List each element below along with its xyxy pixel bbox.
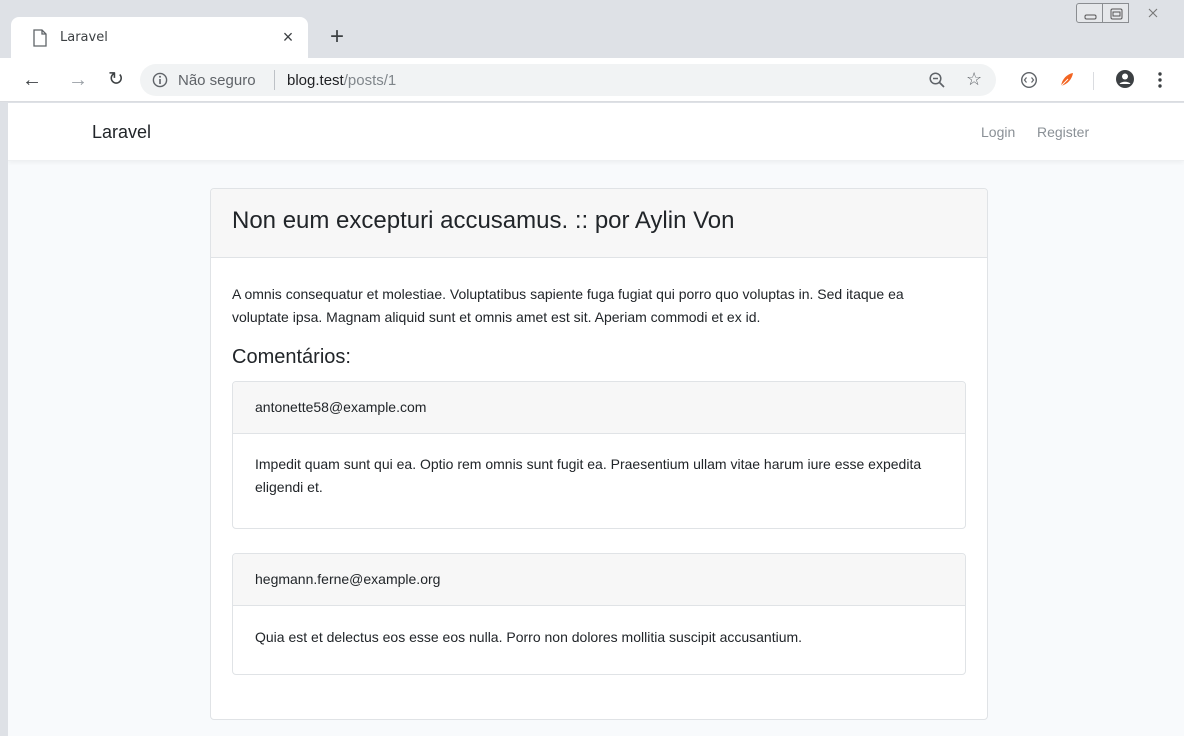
zoom-out-icon[interactable]: [928, 71, 946, 89]
info-icon[interactable]: [152, 72, 168, 88]
comments-heading: Comentários:: [232, 346, 351, 368]
login-link[interactable]: Login: [981, 124, 1015, 140]
comment-card: antonette58@example.com Impedit quam sun…: [232, 381, 966, 529]
address-bar[interactable]: Não seguro blog.test/posts/1 ☆: [140, 64, 996, 96]
close-tab-icon[interactable]: ×: [277, 26, 299, 48]
minimize-button[interactable]: [1076, 3, 1103, 23]
post-card-header: Non eum excepturi accusamus. :: por Ayli…: [211, 189, 987, 258]
toolbar-divider: [1093, 72, 1094, 90]
new-tab-button[interactable]: +: [324, 24, 350, 50]
comment-header: hegmann.ferne@example.org: [233, 554, 965, 606]
comment-author-email: antonette58@example.com: [255, 399, 427, 415]
window-controls: [1076, 3, 1180, 25]
reload-icon[interactable]: ↻: [104, 68, 128, 92]
url-path: /posts/1: [343, 72, 397, 89]
security-label[interactable]: Não seguro: [178, 72, 256, 89]
post-body: A omnis consequatur et molestiae. Volupt…: [232, 286, 904, 325]
comment-body: Impedit quam sunt qui ea. Optio rem omni…: [255, 456, 922, 495]
extension-icon[interactable]: [1020, 71, 1038, 89]
vertical-dots-icon[interactable]: [1154, 69, 1166, 91]
restore-icon: [1110, 8, 1123, 20]
minimize-icon: [1084, 14, 1097, 20]
account-circle-icon[interactable]: [1115, 69, 1135, 89]
post-title: Non eum excepturi accusamus. :: por Ayli…: [232, 207, 735, 234]
site-navbar: Laravel Login Register: [8, 103, 1184, 161]
browser-tab[interactable]: Laravel ×: [11, 17, 308, 58]
site-brand-link[interactable]: Laravel: [92, 122, 151, 143]
feather-extension-icon[interactable]: [1058, 71, 1076, 89]
url-text[interactable]: blog.test/posts/1: [287, 72, 396, 89]
tab-title: Laravel: [60, 30, 108, 45]
maximize-button[interactable]: [1102, 3, 1129, 23]
browser-toolbar: ← → ↻ Não seguro blog.test/posts/1 ☆: [0, 58, 1184, 102]
arrow-right-icon[interactable]: →: [66, 68, 90, 92]
register-link[interactable]: Register: [1037, 124, 1089, 140]
window-close-icon[interactable]: [1138, 3, 1168, 23]
star-icon[interactable]: ☆: [966, 69, 982, 90]
page-viewport: Laravel Login Register Non eum excepturi…: [8, 103, 1184, 736]
address-divider: [274, 70, 275, 90]
comment-author-email: hegmann.ferne@example.org: [255, 571, 441, 587]
post-card: Non eum excepturi accusamus. :: por Ayli…: [210, 188, 988, 720]
browser-tabstrip: Laravel × +: [0, 0, 1184, 58]
comment-body: Quia est et delectus eos esse eos nulla.…: [255, 629, 803, 645]
document-icon: [33, 29, 47, 47]
comment-header: antonette58@example.com: [233, 382, 965, 434]
comment-card: hegmann.ferne@example.org Quia est et de…: [232, 553, 966, 675]
url-host: blog.test: [287, 72, 344, 89]
arrow-left-icon[interactable]: ←: [20, 68, 44, 92]
